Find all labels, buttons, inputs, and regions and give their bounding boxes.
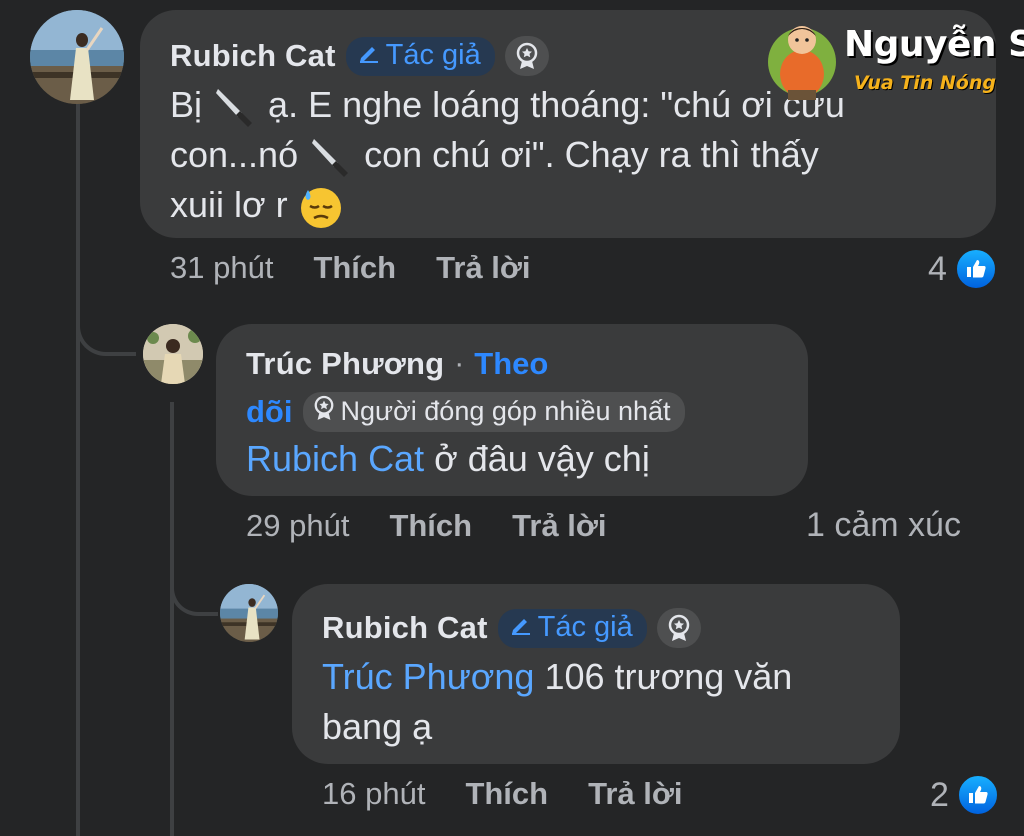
- top-contributor-label: Người đóng góp nhiều nhất: [340, 396, 671, 426]
- comment-author[interactable]: Rubich Cat: [170, 38, 336, 74]
- follow-button-continued[interactable]: dõi: [246, 394, 293, 430]
- like-reaction-icon: [954, 248, 997, 290]
- comment-author[interactable]: Rubich Cat: [322, 610, 488, 646]
- award-icon: [313, 395, 335, 428]
- reaction-summary-text: 1 cảm xúc: [806, 506, 961, 544]
- reply-button[interactable]: Trả lời: [512, 508, 606, 544]
- knife-icon: [212, 85, 258, 129]
- like-button[interactable]: Thích: [465, 776, 548, 812]
- reaction-count-value: 2: [930, 775, 949, 814]
- thread-line-main: [76, 100, 80, 836]
- separator-dot: ·: [454, 347, 465, 380]
- thread-curve-reply-2: [170, 560, 218, 616]
- watermark-tagline: Vua Tin Nóng: [854, 72, 996, 94]
- pencil-icon: [358, 39, 380, 72]
- comment-header-1: Rubich Cat Tác giả: [170, 36, 549, 76]
- comment-text-segment: con chú ơi". Chạy ra thì thấy: [364, 134, 819, 175]
- avatar-rubich-cat-reply[interactable]: [220, 584, 278, 642]
- follow-button[interactable]: Theo: [474, 346, 548, 382]
- watermark-name: Nguyễn Sin: [844, 24, 1024, 65]
- comment-text-2: Rubich Cat ở đâu vậy chị: [246, 434, 650, 484]
- avatar-truc-phuong[interactable]: [143, 324, 203, 384]
- reply-button[interactable]: Trả lời: [436, 250, 530, 286]
- comment-text-segment: xuii lơ r: [170, 184, 288, 225]
- comment-actions-3: 16 phút Thích Trả lời: [322, 776, 683, 812]
- reaction-count-1[interactable]: 4: [928, 248, 997, 290]
- comment-text-segment: 106 trương văn: [534, 656, 793, 697]
- mention-link[interactable]: Rubich Cat: [246, 438, 424, 479]
- like-button[interactable]: Thích: [313, 250, 396, 286]
- comment-timestamp[interactable]: 29 phút: [246, 508, 349, 544]
- watermark-logo: Nguyễn Sin Vua Tin Nóng: [762, 12, 1024, 112]
- top-contributor-badge: Người đóng góp nhiều nhất: [302, 392, 685, 432]
- comment-timestamp[interactable]: 31 phút: [170, 250, 273, 286]
- downcast-sweat-face-icon: [298, 184, 344, 230]
- like-button[interactable]: Thích: [389, 508, 472, 544]
- author-badge-label: Tác giả: [385, 38, 481, 71]
- comment-text-segment: ở đâu vậy chị: [424, 438, 650, 479]
- comment-text-segment: Bị: [170, 84, 203, 125]
- mascot-character-icon: [766, 16, 838, 108]
- comment-text-3: Trúc Phương 106 trương văn bang ạ: [322, 652, 892, 752]
- comment-bubble-2: Trúc Phương · Theo dõi Người đóng góp nh…: [216, 324, 808, 496]
- avatar-rubich-cat[interactable]: [30, 10, 124, 104]
- like-reaction-icon: [956, 774, 999, 816]
- comment-actions-2: 29 phút Thích Trả lời: [246, 508, 607, 544]
- comment-header-2: Trúc Phương · Theo: [246, 346, 548, 382]
- comment-header-2-line2: dõi Người đóng góp nhiều nhất: [246, 392, 685, 432]
- comment-bubble-3: Rubich Cat Tác giả Trúc Phương 106 trươn…: [292, 584, 900, 764]
- reaction-summary-2[interactable]: 1 cảm xúc: [806, 506, 961, 545]
- comment-actions-1: 31 phút Thích Trả lời: [170, 250, 531, 286]
- pencil-icon: [510, 611, 532, 644]
- comment-text-segment: bang ạ: [322, 706, 433, 747]
- reaction-count-value: 4: [928, 249, 947, 288]
- comment-header-3: Rubich Cat Tác giả: [322, 608, 701, 648]
- reply-button[interactable]: Trả lời: [588, 776, 682, 812]
- award-icon: [656, 608, 701, 648]
- author-badge-label: Tác giả: [537, 610, 633, 643]
- mention-link[interactable]: Trúc Phương: [322, 656, 534, 697]
- comment-text-segment: con...nó: [170, 134, 299, 175]
- comment-author[interactable]: Trúc Phương: [246, 346, 444, 382]
- comment-text-segment: ạ. E nghe loáng thoáng: "chú ơi cứu: [268, 84, 845, 125]
- author-badge: Tác giả: [497, 608, 647, 648]
- author-badge: Tác giả: [345, 36, 495, 76]
- thread-curve-reply-1: [76, 300, 136, 356]
- award-icon: [504, 36, 549, 76]
- comment-timestamp[interactable]: 16 phút: [322, 776, 425, 812]
- thread-line-reply: [170, 402, 174, 836]
- knife-icon: [308, 135, 354, 179]
- reaction-count-3[interactable]: 2: [930, 774, 999, 816]
